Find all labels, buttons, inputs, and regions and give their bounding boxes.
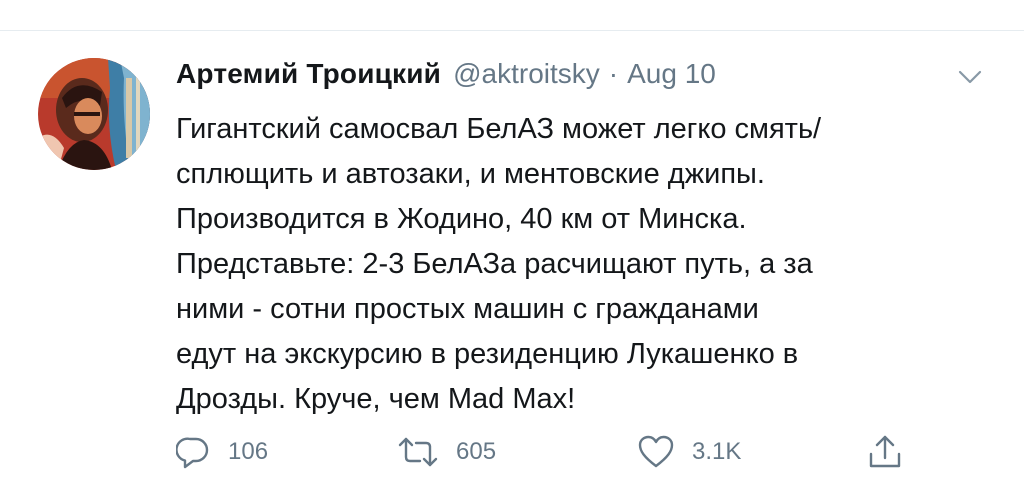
like-button[interactable]: 3.1K <box>638 432 741 472</box>
like-count: 3.1K <box>692 438 742 465</box>
reply-button[interactable]: 106 <box>176 432 268 472</box>
tweet-text-line: ними - сотни простых машин с гражданами <box>176 293 759 325</box>
tweet-text-line: Представьте: 2-3 БелАЗа расчищают путь, … <box>176 248 813 280</box>
tweet-header: Артемий Троицкий @aktroitsky · Aug 10 <box>176 58 716 98</box>
tweet-text-line: Дрозды. Круче, чем Mad Max! <box>176 383 576 415</box>
tweet-text-line: сплющить и автозаки, и ментовские джипы. <box>176 158 765 190</box>
retweet-button[interactable]: 605 <box>398 432 496 472</box>
author-name[interactable]: Артемий Троицкий <box>176 58 441 90</box>
tweet-text: Гигантский самосвал БелАЗ может легко см… <box>176 107 996 422</box>
retweet-icon <box>398 435 438 469</box>
author-handle[interactable]: @aktroitsky <box>453 58 600 90</box>
avatar[interactable] <box>38 58 150 170</box>
share-icon <box>868 434 902 470</box>
share-button[interactable] <box>868 432 902 472</box>
tweet-text-line: Производится в Жодино, 40 км от Минска. <box>176 203 747 235</box>
tweet-text-line: Гигантский самосвал БелАЗ может легко см… <box>176 113 822 145</box>
divider <box>0 30 1024 31</box>
tweet-card: Артемий Троицкий @aktroitsky · Aug 10 Ги… <box>0 0 1024 484</box>
separator-dot: · <box>608 58 619 89</box>
chevron-down-icon[interactable] <box>956 66 984 88</box>
reply-icon <box>176 435 210 469</box>
tweet-date[interactable]: Aug 10 <box>627 58 716 90</box>
reply-count: 106 <box>228 438 269 465</box>
retweet-count: 605 <box>456 438 497 465</box>
heart-icon <box>638 435 674 469</box>
tweet-text-line: едут на экскурсию в резиденцию Лукашенко… <box>176 338 799 370</box>
action-bar: 106 605 3.1K <box>0 432 1024 472</box>
